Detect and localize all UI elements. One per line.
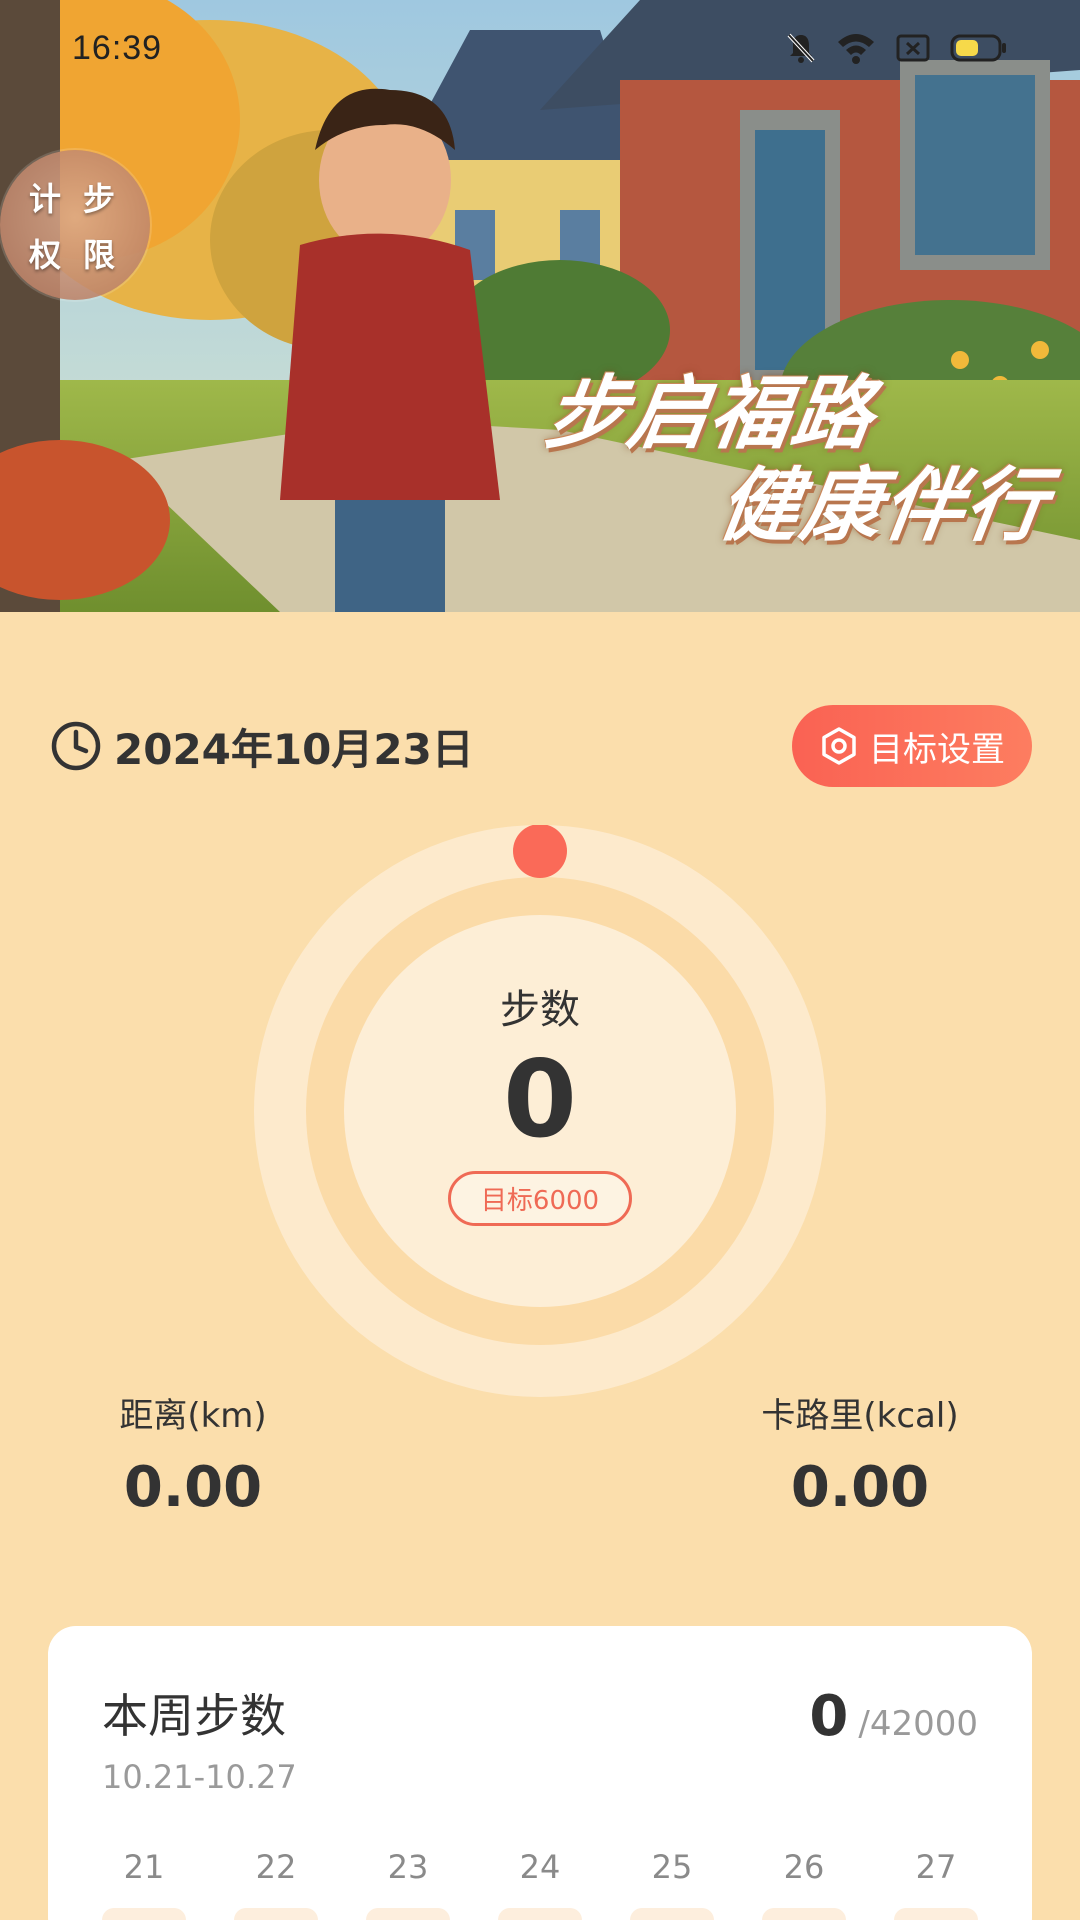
day-number: 24 <box>519 1848 561 1886</box>
clock-icon <box>51 721 101 771</box>
hero-banner: 16:39 计 步 权 限 步启福路 健康伴行 <box>0 0 1080 612</box>
weekly-date-range: 10.21-10.27 <box>102 1758 297 1796</box>
day-bar <box>630 1908 714 1920</box>
weekly-steps-card[interactable]: 本周步数 10.21-10.27 0 /42000 21 22 23 24 25… <box>48 1626 1032 1920</box>
calorie-value: 0.00 <box>790 1455 930 1520</box>
slogan-line-2: 健康伴行 <box>713 459 1055 552</box>
day-number: 23 <box>387 1848 429 1886</box>
day-column[interactable]: 21 <box>102 1848 186 1920</box>
day-number: 26 <box>783 1848 825 1886</box>
step-permission-button[interactable]: 计 步 权 限 <box>0 150 150 300</box>
weekly-day-list: 21 22 23 24 25 26 27 <box>102 1848 978 1920</box>
ring-center: 步数 0 目标6000 <box>254 825 826 1397</box>
step-goal-badge: 目标6000 <box>447 1171 633 1226</box>
steps-value: 0 <box>503 1038 577 1161</box>
status-icons <box>786 32 1008 64</box>
day-number: 27 <box>915 1848 957 1886</box>
permission-char: 权 <box>28 236 61 274</box>
day-column[interactable]: 24 <box>498 1848 582 1920</box>
permission-char: 步 <box>82 180 115 218</box>
weekly-total: 0 /42000 <box>809 1684 978 1749</box>
distance-label: 距离(km) <box>119 1396 267 1436</box>
day-column[interactable]: 25 <box>630 1848 714 1920</box>
day-number: 25 <box>651 1848 693 1886</box>
calorie-label: 卡路里(kcal) <box>761 1396 959 1436</box>
day-bar <box>102 1908 186 1920</box>
day-number: 21 <box>123 1848 165 1886</box>
settings-hex-icon <box>822 727 856 765</box>
day-number: 22 <box>255 1848 297 1886</box>
weekly-goal-value: /42000 <box>858 1704 978 1744</box>
calorie-metric: 卡路里(kcal) 0.00 <box>720 1388 1000 1520</box>
battery-icon <box>950 34 1006 62</box>
distance-value: 0.00 <box>123 1455 263 1520</box>
day-column[interactable]: 22 <box>234 1848 318 1920</box>
wifi-icon <box>838 34 874 64</box>
mute-bell-icon <box>787 33 815 63</box>
permission-char: 限 <box>82 236 115 274</box>
day-column[interactable]: 27 <box>894 1848 978 1920</box>
slogan-line-1: 步启福路 <box>540 367 882 460</box>
date-row: 2024年10月23日 <box>50 705 474 787</box>
weekly-title: 本周步数 <box>102 1689 286 1743</box>
day-bar <box>894 1908 978 1920</box>
status-bar: 16:39 <box>0 0 1080 96</box>
permission-char: 计 <box>28 180 61 218</box>
day-bar <box>234 1908 318 1920</box>
steps-label: 步数 <box>500 987 580 1033</box>
day-bar <box>762 1908 846 1920</box>
sim-x-icon <box>896 34 930 62</box>
goal-settings-label: 目标设置 <box>869 729 1005 770</box>
step-progress-ring: 步数 0 目标6000 <box>254 824 826 1397</box>
day-column[interactable]: 23 <box>366 1848 450 1920</box>
status-time: 16:39 <box>72 28 163 67</box>
day-column[interactable]: 26 <box>762 1848 846 1920</box>
hero-slogan: 步启福路 健康伴行 <box>527 367 1067 552</box>
weekly-steps-value: 0 <box>809 1684 849 1749</box>
day-bar <box>366 1908 450 1920</box>
goal-settings-button[interactable]: 目标设置 <box>792 705 1032 787</box>
current-date: 2024年10月23日 <box>114 724 474 774</box>
day-bar <box>498 1908 582 1920</box>
distance-metric: 距离(km) 0.00 <box>53 1388 333 1520</box>
